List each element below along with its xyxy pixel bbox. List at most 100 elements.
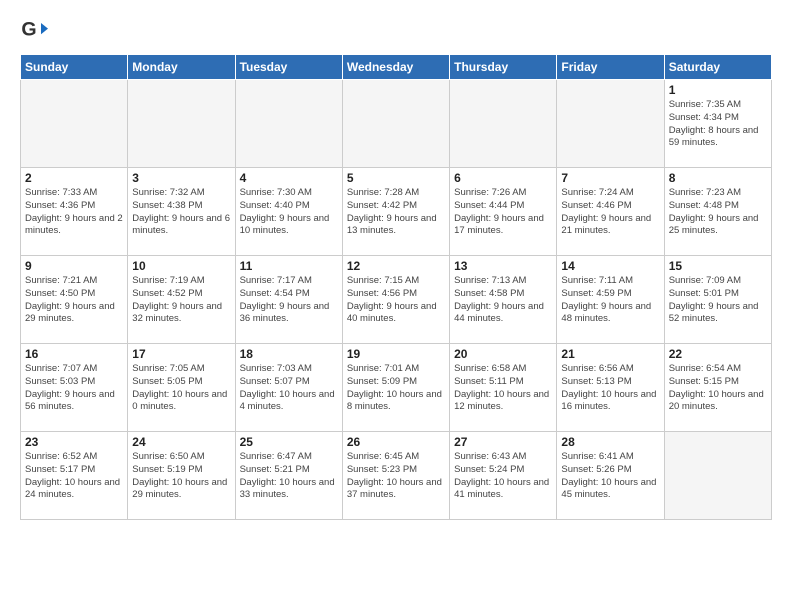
day-cell: 2 Sunrise: 7:33 AM Sunset: 4:36 PM Daylig… bbox=[21, 168, 128, 256]
day-number: 26 bbox=[347, 435, 445, 449]
day-number: 15 bbox=[669, 259, 767, 273]
day-cell: 3 Sunrise: 7:32 AM Sunset: 4:38 PM Daylig… bbox=[128, 168, 235, 256]
day-cell: 4Sunrise: 7:30 AM Sunset: 4:40 PM Daylig… bbox=[235, 168, 342, 256]
day-number: 22 bbox=[669, 347, 767, 361]
day-info: Sunrise: 6:45 AM Sunset: 5:23 PM Dayligh… bbox=[347, 451, 445, 502]
day-number: 17 bbox=[132, 347, 230, 361]
day-number: 10 bbox=[132, 259, 230, 273]
day-info: Sunrise: 7:15 AM Sunset: 4:56 PM Dayligh… bbox=[347, 275, 445, 326]
day-cell: 25 Sunrise: 6:47 AM Sunset: 5:21 PM Dayli… bbox=[235, 432, 342, 520]
day-info: Sunrise: 7:23 AM Sunset: 4:48 PM Dayligh… bbox=[669, 187, 767, 238]
day-header-friday: Friday bbox=[557, 55, 664, 80]
day-number: 16 bbox=[25, 347, 123, 361]
day-info: Sunrise: 7:32 AM Sunset: 4:38 PM Dayligh… bbox=[132, 187, 230, 238]
logo-icon: G bbox=[20, 16, 48, 44]
day-cell: 24 Sunrise: 6:50 AM Sunset: 5:19 PM Dayli… bbox=[128, 432, 235, 520]
day-cell: 8 Sunrise: 7:23 AM Sunset: 4:48 PM Daylig… bbox=[664, 168, 771, 256]
day-info: Sunrise: 7:11 AM Sunset: 4:59 PM Dayligh… bbox=[561, 275, 659, 326]
calendar-table: SundayMondayTuesdayWednesdayThursdayFrid… bbox=[20, 54, 772, 520]
day-info: Sunrise: 7:05 AM Sunset: 5:05 PM Dayligh… bbox=[132, 363, 230, 414]
day-cell: 19Sunrise: 7:01 AM Sunset: 5:09 PM Dayli… bbox=[342, 344, 449, 432]
day-cell bbox=[235, 80, 342, 168]
day-info: Sunrise: 6:58 AM Sunset: 5:11 PM Dayligh… bbox=[454, 363, 552, 414]
day-cell: 27 Sunrise: 6:43 AM Sunset: 5:24 PM Dayli… bbox=[450, 432, 557, 520]
day-info: Sunrise: 7:28 AM Sunset: 4:42 PM Dayligh… bbox=[347, 187, 445, 238]
day-info: Sunrise: 7:21 AM Sunset: 4:50 PM Dayligh… bbox=[25, 275, 123, 326]
day-info: Sunrise: 7:35 AM Sunset: 4:34 PM Dayligh… bbox=[669, 99, 767, 150]
day-cell: 10 Sunrise: 7:19 AM Sunset: 4:52 PM Dayli… bbox=[128, 256, 235, 344]
day-cell: 5 Sunrise: 7:28 AM Sunset: 4:42 PM Daylig… bbox=[342, 168, 449, 256]
day-number: 13 bbox=[454, 259, 552, 273]
day-number: 27 bbox=[454, 435, 552, 449]
day-number: 6 bbox=[454, 171, 552, 185]
day-number: 9 bbox=[25, 259, 123, 273]
day-cell: 18Sunrise: 7:03 AM Sunset: 5:07 PM Dayli… bbox=[235, 344, 342, 432]
day-cell: 15 Sunrise: 7:09 AM Sunset: 5:01 PM Dayli… bbox=[664, 256, 771, 344]
day-cell: 28Sunrise: 6:41 AM Sunset: 5:26 PM Dayli… bbox=[557, 432, 664, 520]
day-header-thursday: Thursday bbox=[450, 55, 557, 80]
week-row-5: 23 Sunrise: 6:52 AM Sunset: 5:17 PM Dayli… bbox=[21, 432, 772, 520]
day-cell: 13 Sunrise: 7:13 AM Sunset: 4:58 PM Dayli… bbox=[450, 256, 557, 344]
day-number: 2 bbox=[25, 171, 123, 185]
page: G SundayMondayTuesdayWednesdayThursdayFr… bbox=[0, 0, 792, 612]
day-cell: 9 Sunrise: 7:21 AM Sunset: 4:50 PM Daylig… bbox=[21, 256, 128, 344]
day-cell bbox=[557, 80, 664, 168]
day-info: Sunrise: 7:24 AM Sunset: 4:46 PM Dayligh… bbox=[561, 187, 659, 238]
day-number: 3 bbox=[132, 171, 230, 185]
day-cell: 20 Sunrise: 6:58 AM Sunset: 5:11 PM Dayli… bbox=[450, 344, 557, 432]
day-info: Sunrise: 6:43 AM Sunset: 5:24 PM Dayligh… bbox=[454, 451, 552, 502]
day-header-tuesday: Tuesday bbox=[235, 55, 342, 80]
day-number: 5 bbox=[347, 171, 445, 185]
week-row-3: 9 Sunrise: 7:21 AM Sunset: 4:50 PM Daylig… bbox=[21, 256, 772, 344]
day-number: 12 bbox=[347, 259, 445, 273]
calendar-body: 1 Sunrise: 7:35 AM Sunset: 4:34 PM Daylig… bbox=[21, 80, 772, 520]
header: G bbox=[20, 16, 772, 44]
svg-text:G: G bbox=[21, 19, 36, 41]
day-header-saturday: Saturday bbox=[664, 55, 771, 80]
day-info: Sunrise: 7:09 AM Sunset: 5:01 PM Dayligh… bbox=[669, 275, 767, 326]
day-info: Sunrise: 7:13 AM Sunset: 4:58 PM Dayligh… bbox=[454, 275, 552, 326]
day-cell: 23 Sunrise: 6:52 AM Sunset: 5:17 PM Dayli… bbox=[21, 432, 128, 520]
day-cell bbox=[450, 80, 557, 168]
day-info: Sunrise: 6:56 AM Sunset: 5:13 PM Dayligh… bbox=[561, 363, 659, 414]
day-cell: 21 Sunrise: 6:56 AM Sunset: 5:13 PM Dayli… bbox=[557, 344, 664, 432]
day-number: 23 bbox=[25, 435, 123, 449]
day-number: 25 bbox=[240, 435, 338, 449]
day-cell: 16 Sunrise: 7:07 AM Sunset: 5:03 PM Dayli… bbox=[21, 344, 128, 432]
day-number: 21 bbox=[561, 347, 659, 361]
day-number: 8 bbox=[669, 171, 767, 185]
day-number: 4 bbox=[240, 171, 338, 185]
day-header-monday: Monday bbox=[128, 55, 235, 80]
day-cell: 17 Sunrise: 7:05 AM Sunset: 5:05 PM Dayli… bbox=[128, 344, 235, 432]
day-info: Sunrise: 6:50 AM Sunset: 5:19 PM Dayligh… bbox=[132, 451, 230, 502]
week-row-2: 2 Sunrise: 7:33 AM Sunset: 4:36 PM Daylig… bbox=[21, 168, 772, 256]
day-cell: 26 Sunrise: 6:45 AM Sunset: 5:23 PM Dayli… bbox=[342, 432, 449, 520]
week-row-1: 1 Sunrise: 7:35 AM Sunset: 4:34 PM Daylig… bbox=[21, 80, 772, 168]
day-number: 20 bbox=[454, 347, 552, 361]
day-info: Sunrise: 7:07 AM Sunset: 5:03 PM Dayligh… bbox=[25, 363, 123, 414]
day-cell: 22 Sunrise: 6:54 AM Sunset: 5:15 PM Dayli… bbox=[664, 344, 771, 432]
day-cell: 12 Sunrise: 7:15 AM Sunset: 4:56 PM Dayli… bbox=[342, 256, 449, 344]
logo: G bbox=[20, 16, 52, 44]
day-info: Sunrise: 7:19 AM Sunset: 4:52 PM Dayligh… bbox=[132, 275, 230, 326]
day-number: 7 bbox=[561, 171, 659, 185]
day-info: Sunrise: 7:03 AM Sunset: 5:07 PM Dayligh… bbox=[240, 363, 338, 414]
header-row: SundayMondayTuesdayWednesdayThursdayFrid… bbox=[21, 55, 772, 80]
day-number: 24 bbox=[132, 435, 230, 449]
day-number: 19 bbox=[347, 347, 445, 361]
day-info: Sunrise: 6:54 AM Sunset: 5:15 PM Dayligh… bbox=[669, 363, 767, 414]
day-info: Sunrise: 6:52 AM Sunset: 5:17 PM Dayligh… bbox=[25, 451, 123, 502]
day-number: 1 bbox=[669, 83, 767, 97]
day-info: Sunrise: 7:26 AM Sunset: 4:44 PM Dayligh… bbox=[454, 187, 552, 238]
day-info: Sunrise: 6:47 AM Sunset: 5:21 PM Dayligh… bbox=[240, 451, 338, 502]
day-cell: 11 Sunrise: 7:17 AM Sunset: 4:54 PM Dayli… bbox=[235, 256, 342, 344]
day-info: Sunrise: 7:17 AM Sunset: 4:54 PM Dayligh… bbox=[240, 275, 338, 326]
day-number: 14 bbox=[561, 259, 659, 273]
week-row-4: 16 Sunrise: 7:07 AM Sunset: 5:03 PM Dayli… bbox=[21, 344, 772, 432]
day-cell: 7 Sunrise: 7:24 AM Sunset: 4:46 PM Daylig… bbox=[557, 168, 664, 256]
day-cell bbox=[342, 80, 449, 168]
day-cell bbox=[128, 80, 235, 168]
day-info: Sunrise: 7:33 AM Sunset: 4:36 PM Dayligh… bbox=[25, 187, 123, 238]
day-number: 11 bbox=[240, 259, 338, 273]
day-info: Sunrise: 6:41 AM Sunset: 5:26 PM Dayligh… bbox=[561, 451, 659, 502]
